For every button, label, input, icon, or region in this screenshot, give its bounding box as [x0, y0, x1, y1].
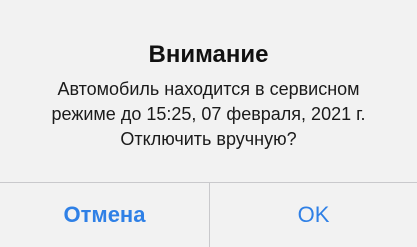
alert-content: Внимание Автомобиль находится в сервисно… — [0, 0, 417, 182]
cancel-button[interactable]: Отмена — [0, 183, 209, 247]
alert-message: Автомобиль находится в сервисном режиме … — [10, 77, 407, 152]
alert-message-line: Отключить вручную? — [120, 129, 297, 149]
alert-title: Внимание — [148, 41, 269, 68]
alert-dialog: Внимание Автомобиль находится в сервисно… — [0, 0, 417, 247]
alert-message-line: Автомобиль находится в сервисном — [57, 79, 360, 99]
ok-button[interactable]: OK — [210, 183, 417, 247]
alert-message-line: режиме до 15:25, 07 февраля, 2021 г. — [51, 104, 366, 124]
